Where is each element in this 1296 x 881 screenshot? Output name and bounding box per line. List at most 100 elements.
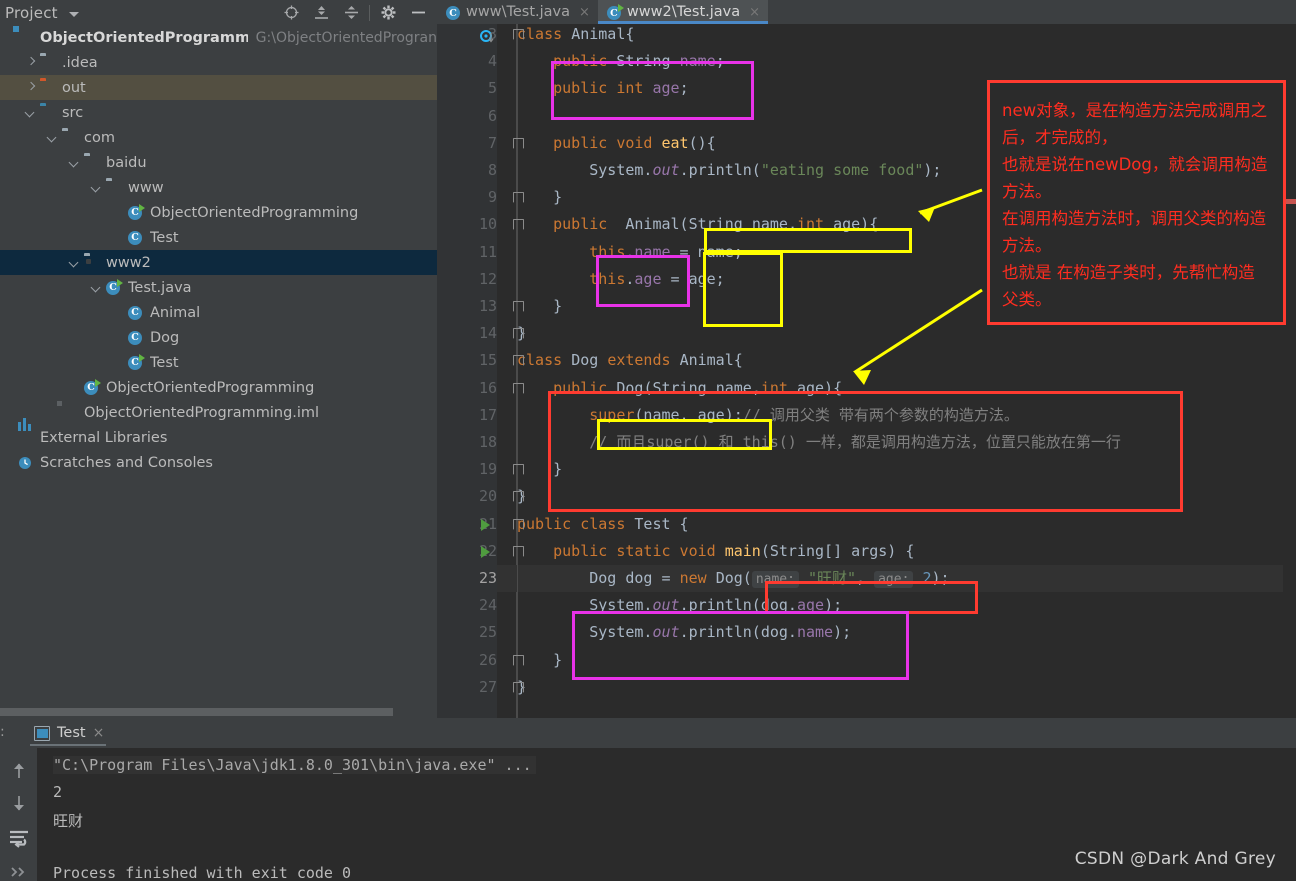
toolbar-divider — [369, 4, 370, 21]
code-fold-icon[interactable] — [513, 518, 524, 530]
tree-node-out[interactable]: out — [0, 75, 437, 100]
tree-node-src[interactable]: src — [0, 100, 437, 125]
code-fold-icon[interactable] — [513, 29, 524, 40]
tree-node-test[interactable]: C Test — [0, 225, 437, 250]
code-token: out — [652, 161, 680, 179]
gear-icon[interactable] — [373, 2, 403, 24]
tree-node-path: G:\ObjectOrientedProgran — [255, 29, 437, 46]
editor-tab-1[interactable]: Cwww\Test.java × — [437, 0, 598, 24]
code-line[interactable]: public class Test { — [517, 511, 689, 538]
chevron-down-icon[interactable] — [92, 182, 103, 193]
run-gutter-icon[interactable] — [481, 545, 490, 558]
code-fold-icon[interactable] — [513, 192, 524, 204]
tree-node-objectorientedprogramming-iml[interactable]: ObjectOrientedProgramming.iml — [0, 400, 437, 425]
code-token: public class — [517, 514, 635, 533]
tree-node-test-java[interactable]: C Test.java — [0, 275, 437, 300]
tree-node-test[interactable]: C Test — [0, 350, 437, 375]
chevron-down-icon[interactable] — [48, 132, 59, 143]
code-token: class — [517, 351, 572, 370]
annotation-box-assign — [703, 252, 783, 327]
implemented-method-icon[interactable] — [480, 29, 494, 43]
code-fold-icon[interactable] — [513, 137, 524, 149]
code-line[interactable]: public static void main(String[] args) { — [517, 538, 914, 565]
tree-node-external-libraries[interactable]: External Libraries — [0, 417, 437, 450]
tree-node-scratches-and-consoles[interactable]: Scratches and Consoles — [0, 450, 437, 475]
annotation-note-red: new对象，是在构造方法完成调用之后，才完成的， 也就是说在newDog，就会调… — [987, 80, 1286, 325]
up-arrow-icon[interactable] — [8, 760, 30, 782]
code-fold-icon[interactable] — [513, 301, 524, 312]
tree-node-objectorientedprogramming[interactable]: C ObjectOrientedProgramming — [0, 375, 437, 400]
console-tab-bar: : Test × — [0, 718, 1296, 748]
editor-tab-2[interactable]: Cwww2\Test.java × — [597, 0, 769, 24]
chevron-right-icon[interactable] — [26, 82, 37, 93]
tree-node-www[interactable]: www — [0, 175, 437, 200]
tree-node-label: Test — [150, 354, 179, 371]
collapse-all-icon[interactable] — [336, 2, 366, 24]
annotation-box-params — [704, 228, 912, 253]
scrollbar-thumb[interactable] — [0, 708, 393, 716]
tree-node-www2[interactable]: www2 — [0, 250, 437, 275]
project-horizontal-scrollbar[interactable] — [0, 705, 437, 718]
code-fold-icon[interactable] — [513, 464, 524, 476]
code-token: new — [679, 569, 716, 587]
project-panel-header: Project — [0, 0, 437, 25]
tree-node-animal[interactable]: C Animal — [0, 300, 437, 325]
code-line[interactable]: public void eat(){ — [517, 130, 716, 157]
code-fold-icon[interactable] — [513, 355, 524, 367]
locate-icon[interactable] — [276, 2, 306, 24]
console-tab-test[interactable]: Test × — [26, 720, 112, 746]
folder-orange — [40, 80, 57, 96]
run-config-icon — [34, 725, 50, 741]
run-gutter-icon[interactable] — [481, 518, 490, 531]
code-fold-icon[interactable] — [513, 545, 524, 557]
code-fold-icon[interactable] — [513, 328, 524, 340]
close-icon[interactable]: × — [93, 725, 105, 741]
tree-node-objectorientedprogramming[interactable]: C ObjectOrientedProgramming — [0, 200, 437, 225]
tree-node-label: External Libraries — [40, 429, 168, 446]
code-fold-icon[interactable] — [513, 382, 524, 394]
tree-node-label: Test — [150, 229, 179, 246]
code-fold-icon[interactable] — [513, 219, 524, 231]
project-panel-title: Project — [5, 3, 58, 22]
project-tree[interactable]: ObjectOrientedProgramming G:\ObjectOrient… — [0, 25, 437, 698]
console-output-line: Process finished with exit code 0 — [53, 864, 352, 881]
tree-node-dog[interactable]: C Dog — [0, 325, 437, 350]
tree-node-label: ObjectOrientedProgramming — [106, 379, 315, 396]
tree-node-label: out — [62, 79, 86, 96]
down-arrow-icon[interactable] — [8, 792, 30, 814]
code-token: ); — [923, 161, 942, 179]
close-icon[interactable]: × — [749, 5, 760, 20]
tree-node-objectorientedprogramming[interactable]: ObjectOrientedProgramming G:\ObjectOrient… — [0, 25, 437, 50]
chevron-down-icon[interactable] — [26, 107, 37, 118]
chevron-down-icon[interactable] — [68, 11, 79, 17]
code-fold-icon[interactable] — [513, 654, 524, 666]
annotation-box-dog-ctor — [548, 391, 1183, 512]
tree-node-baidu[interactable]: baidu — [0, 150, 437, 175]
chevron-right-icon[interactable] — [26, 57, 37, 68]
expand-icon[interactable] — [8, 862, 30, 881]
expand-all-icon[interactable] — [306, 2, 336, 24]
external-libraries-icon — [18, 417, 35, 446]
close-icon[interactable]: × — [579, 5, 590, 20]
code-line[interactable]: class Animal{ — [517, 24, 634, 48]
code-fold-icon[interactable] — [513, 491, 524, 503]
java-class-icon: C — [128, 305, 145, 321]
tree-node-label: www2 — [106, 254, 151, 271]
soft-wrap-icon[interactable] — [8, 826, 30, 848]
chevron-down-icon[interactable] — [92, 282, 103, 293]
chevron-down-icon[interactable] — [70, 257, 81, 268]
minimize-icon[interactable] — [403, 2, 433, 24]
tree-node-com[interactable]: com — [0, 125, 437, 150]
chevron-down-icon[interactable] — [70, 157, 81, 168]
code-fold-icon[interactable] — [513, 681, 524, 693]
code-line[interactable]: class Dog extends Animal{ — [517, 347, 743, 374]
project-tool-window: Project ObjectOrientedProgramm G:\Object… — [0, 0, 437, 718]
code-line[interactable]: System.out.println("eating some food"); — [517, 157, 941, 184]
tree-node-idea[interactable]: .idea — [0, 50, 437, 75]
